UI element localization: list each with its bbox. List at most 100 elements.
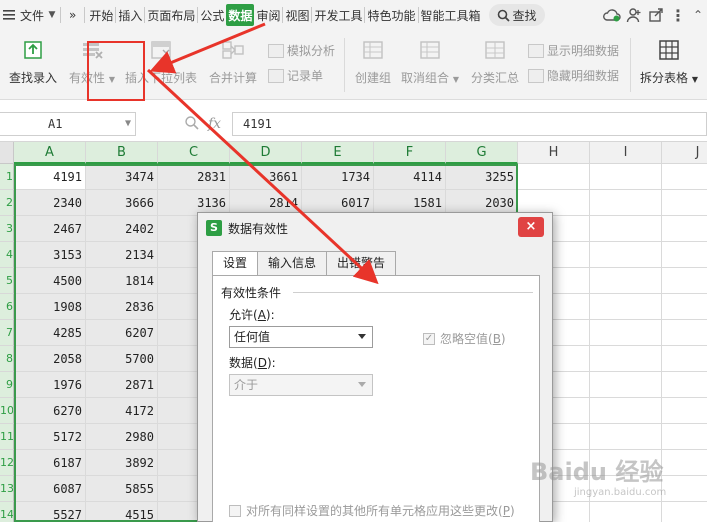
table-cell[interactable]: 6207 bbox=[86, 320, 158, 346]
tab-formula[interactable]: 公式 bbox=[198, 0, 226, 30]
select-all-corner[interactable] bbox=[0, 142, 14, 164]
column-header-j[interactable]: J bbox=[662, 142, 707, 164]
table-cell[interactable]: 3661 bbox=[230, 164, 302, 190]
row-header[interactable]: 4 bbox=[0, 242, 14, 268]
table-cell[interactable] bbox=[590, 502, 662, 522]
table-cell[interactable] bbox=[590, 242, 662, 268]
table-cell[interactable]: 3892 bbox=[86, 450, 158, 476]
table-cell[interactable] bbox=[590, 346, 662, 372]
apply-all-checkbox[interactable]: 对所有同样设置的其他所有单元格应用这些更改(P) bbox=[229, 502, 515, 519]
table-cell[interactable]: 2134 bbox=[86, 242, 158, 268]
row-header[interactable]: 12 bbox=[0, 450, 14, 476]
tab-smart-toolbox[interactable]: 智能工具箱 bbox=[419, 0, 483, 30]
chevron-down-icon[interactable]: ▼ bbox=[46, 10, 58, 20]
table-cell[interactable] bbox=[590, 294, 662, 320]
table-cell[interactable]: 5855 bbox=[86, 476, 158, 502]
ungroup-button[interactable]: 取消组合 ▼ bbox=[400, 38, 460, 86]
menu-overflow[interactable]: » bbox=[67, 0, 78, 30]
table-cell[interactable]: 4515 bbox=[86, 502, 158, 522]
column-header-c[interactable]: C bbox=[158, 142, 230, 164]
table-cell[interactable]: 3255 bbox=[446, 164, 518, 190]
table-cell[interactable]: 5700 bbox=[86, 346, 158, 372]
find-entry-button[interactable]: 查找录入 bbox=[8, 38, 58, 86]
share-user-icon[interactable] bbox=[623, 7, 645, 23]
table-cell[interactable] bbox=[662, 372, 707, 398]
table-cell[interactable]: 1734 bbox=[302, 164, 374, 190]
table-cell[interactable] bbox=[662, 450, 707, 476]
hamburger-icon[interactable] bbox=[2, 10, 16, 20]
table-cell[interactable] bbox=[662, 346, 707, 372]
more-icon[interactable]: ⋮ bbox=[667, 6, 689, 25]
table-cell[interactable]: 2836 bbox=[86, 294, 158, 320]
table-cell[interactable]: 2058 bbox=[14, 346, 86, 372]
row-header[interactable]: 9 bbox=[0, 372, 14, 398]
tab-view[interactable]: 视图 bbox=[283, 0, 311, 30]
tab-features[interactable]: 特色功能 bbox=[365, 0, 417, 30]
column-header-b[interactable]: B bbox=[86, 142, 158, 164]
column-header-f[interactable]: F bbox=[374, 142, 446, 164]
table-cell[interactable]: 2467 bbox=[14, 216, 86, 242]
tab-input-message[interactable]: 输入信息 bbox=[257, 251, 328, 275]
column-header-e[interactable]: E bbox=[302, 142, 374, 164]
create-group-button[interactable]: 创建组 bbox=[352, 38, 394, 86]
table-cell[interactable] bbox=[662, 424, 707, 450]
column-header-a[interactable]: A bbox=[14, 142, 86, 164]
row-header[interactable]: 3 bbox=[0, 216, 14, 242]
table-cell[interactable]: 3474 bbox=[86, 164, 158, 190]
cloud-sync-icon[interactable] bbox=[601, 8, 623, 22]
table-cell[interactable]: 4500 bbox=[14, 268, 86, 294]
table-cell[interactable] bbox=[662, 242, 707, 268]
row-header[interactable]: 5 bbox=[0, 268, 14, 294]
row-header[interactable]: 11 bbox=[0, 424, 14, 450]
table-cell[interactable] bbox=[662, 190, 707, 216]
table-cell[interactable]: 5527 bbox=[14, 502, 86, 522]
row-header[interactable]: 10 bbox=[0, 398, 14, 424]
validity-button[interactable]: 有效性 ▼ bbox=[68, 38, 116, 86]
row-header[interactable]: 14 bbox=[0, 502, 14, 522]
table-cell[interactable] bbox=[590, 216, 662, 242]
table-cell[interactable]: 6270 bbox=[14, 398, 86, 424]
table-cell[interactable]: 1814 bbox=[86, 268, 158, 294]
hide-detail-button[interactable]: 隐藏明细数据 bbox=[528, 67, 619, 84]
table-cell[interactable]: 2340 bbox=[14, 190, 86, 216]
table-cell[interactable]: 4191 bbox=[14, 164, 86, 190]
merge-calc-button[interactable]: 合并计算 bbox=[206, 38, 260, 86]
column-header-h[interactable]: H bbox=[518, 142, 590, 164]
tab-developer[interactable]: 开发工具 bbox=[312, 0, 364, 30]
record-button[interactable]: 记录单 bbox=[268, 67, 323, 84]
row-header[interactable]: 7 bbox=[0, 320, 14, 346]
table-cell[interactable] bbox=[662, 164, 707, 190]
table-cell[interactable] bbox=[590, 190, 662, 216]
zoom-search-icon[interactable] bbox=[184, 115, 200, 134]
row-header[interactable]: 1 bbox=[0, 164, 14, 190]
column-header-i[interactable]: I bbox=[590, 142, 662, 164]
table-cell[interactable] bbox=[590, 398, 662, 424]
data-select[interactable]: 介于 bbox=[229, 374, 373, 396]
row-header[interactable]: 8 bbox=[0, 346, 14, 372]
subtotal-button[interactable]: 分类汇总 bbox=[468, 38, 522, 86]
row-header[interactable]: 6 bbox=[0, 294, 14, 320]
export-icon[interactable] bbox=[645, 7, 667, 23]
table-cell[interactable]: 4285 bbox=[14, 320, 86, 346]
table-cell[interactable] bbox=[590, 320, 662, 346]
simulate-button[interactable]: 模拟分析 bbox=[268, 42, 335, 59]
table-cell[interactable]: 1908 bbox=[14, 294, 86, 320]
search-box[interactable]: 查找 bbox=[488, 4, 545, 26]
tab-insert[interactable]: 插入 bbox=[116, 0, 144, 30]
tab-error-alert[interactable]: 出错警告 bbox=[326, 251, 397, 275]
table-cell[interactable]: 2980 bbox=[86, 424, 158, 450]
table-cell[interactable]: 5172 bbox=[14, 424, 86, 450]
table-cell[interactable] bbox=[590, 372, 662, 398]
split-table-button[interactable]: 拆分表格 ▼ bbox=[638, 38, 700, 86]
table-cell[interactable] bbox=[590, 424, 662, 450]
table-cell[interactable]: 1976 bbox=[14, 372, 86, 398]
table-cell[interactable] bbox=[662, 216, 707, 242]
name-box-dropdown-icon[interactable]: ▼ bbox=[125, 113, 131, 135]
table-cell[interactable]: 3153 bbox=[14, 242, 86, 268]
table-cell[interactable] bbox=[590, 268, 662, 294]
row-header[interactable]: 13 bbox=[0, 476, 14, 502]
name-box[interactable]: A1 ▼ bbox=[0, 112, 136, 136]
tab-data[interactable]: 数据 bbox=[226, 4, 255, 26]
tab-review[interactable]: 审阅 bbox=[254, 0, 282, 30]
column-header-g[interactable]: G bbox=[446, 142, 518, 164]
